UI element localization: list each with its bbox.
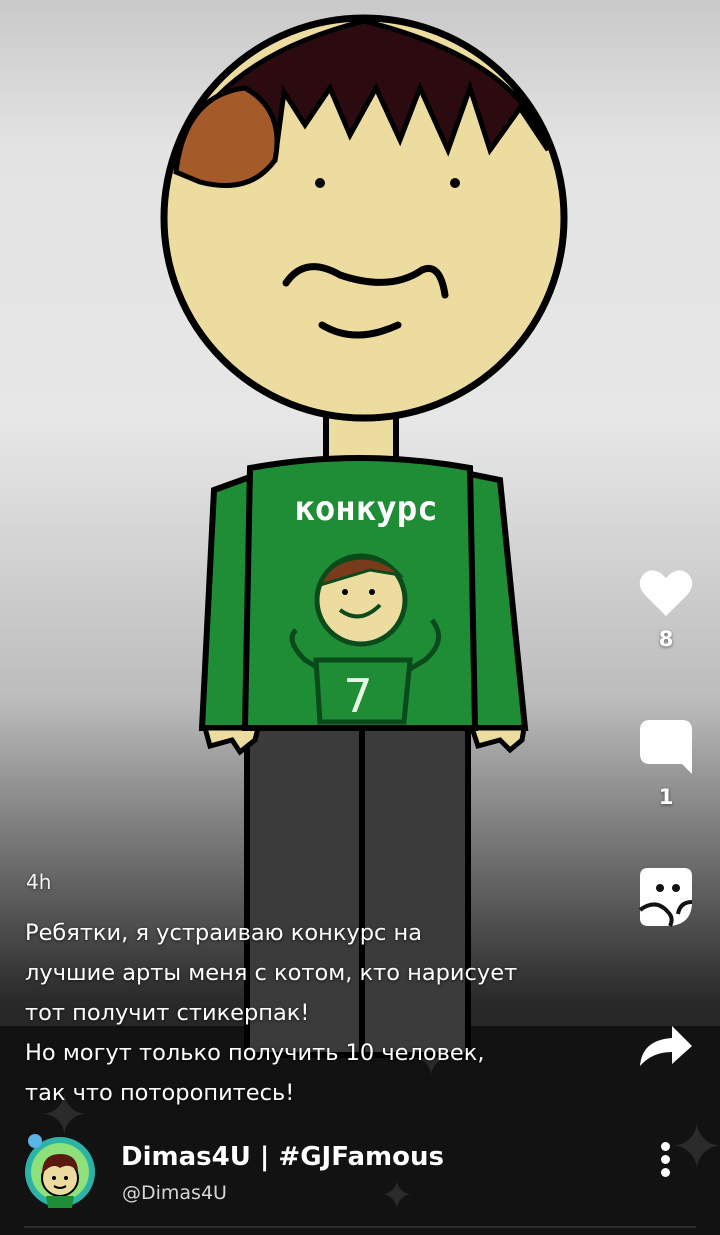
more-dot (660, 1168, 670, 1177)
author-name[interactable]: Dimas4U | #GJFamous (121, 1142, 444, 1172)
sticker-button[interactable] (616, 866, 716, 933)
caption-line: так что поторопитесь! (25, 1080, 295, 1106)
shirt-number: 7 (343, 669, 372, 723)
share-arrow-icon (640, 1026, 692, 1066)
post-time: 4h (26, 870, 52, 894)
comment-button[interactable]: 1 (616, 718, 716, 809)
bottom-divider (24, 1226, 696, 1228)
post-viewer: ✦ ✦ ✦ ✦ конкурс 7 8 1 4h Ребятки, я устр… (0, 0, 720, 1235)
author-handle[interactable]: @Dimas4U (122, 1182, 227, 1204)
post-caption: Ребятки, я устраиваю конкурс на лучшие а… (25, 913, 615, 1113)
like-button[interactable]: 8 (616, 568, 716, 651)
more-vertical-icon (660, 1142, 670, 1151)
comment-icon (640, 720, 692, 774)
heart-icon (639, 570, 693, 616)
more-options-button[interactable] (650, 1142, 680, 1186)
comment-count: 1 (658, 785, 674, 809)
caption-line: Но могут только получить 10 человек, (25, 1040, 485, 1066)
sticker-icon (638, 868, 693, 927)
caption-line: Ребятки, я устраиваю конкурс на (25, 920, 423, 946)
caption-line: тот получит стикерпак! (25, 1000, 310, 1026)
like-count: 8 (658, 627, 674, 651)
head (160, 14, 568, 422)
caption-line: лучшие арты меня с котом, кто нарисует (25, 960, 518, 986)
more-dot (660, 1155, 670, 1164)
share-button[interactable] (616, 1024, 716, 1073)
shirt-text: конкурс (294, 489, 437, 529)
author-avatar[interactable] (22, 1132, 98, 1208)
